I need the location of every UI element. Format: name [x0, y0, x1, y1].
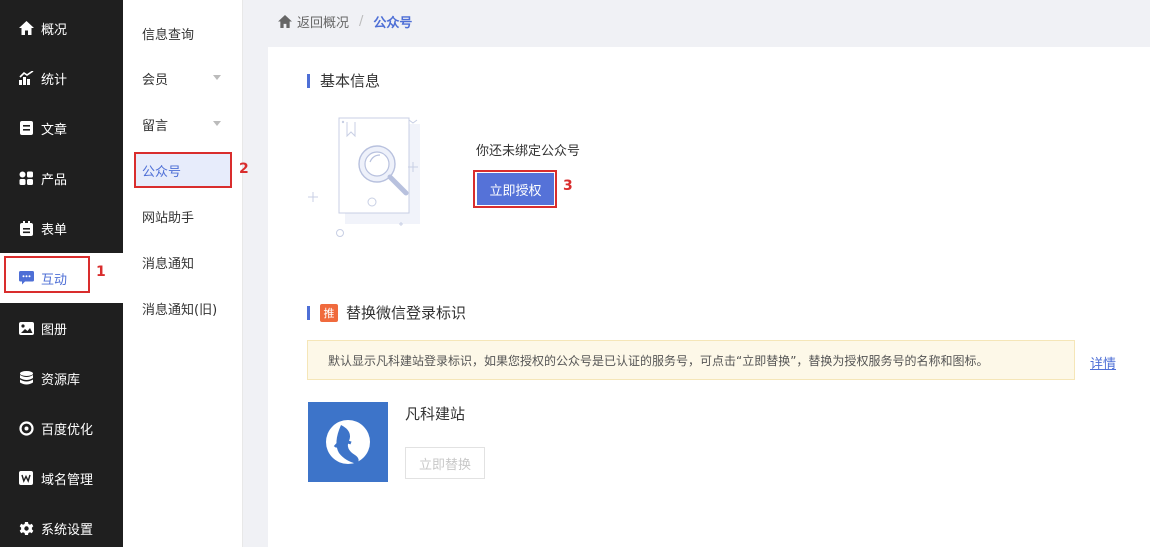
sidebar-item-label: 百度优化: [41, 422, 94, 438]
annotation-box-official-account: [134, 152, 232, 188]
gear-icon: [18, 520, 34, 536]
subnav-item-notifications-old[interactable]: 消息通知(旧): [123, 290, 243, 326]
sidebar-item-label: 图册: [41, 322, 68, 338]
database-icon: [18, 370, 34, 386]
article-icon: [18, 120, 34, 136]
sidebar-item-label: 资源库: [41, 372, 81, 388]
replace-notice-banner: 默认显示凡科建站登录标识，如果您授权的公众号是已认证的服务号，可点击“立即替换”…: [307, 340, 1075, 380]
sidebar-item-label: 概况: [41, 22, 68, 38]
home-icon[interactable]: [278, 15, 292, 28]
annotation-box-interaction: [4, 256, 90, 293]
home-icon: [18, 20, 34, 36]
sidebar-item-article[interactable]: 文章: [0, 103, 123, 153]
section-replace-login-logo: 推 替换微信登录标识: [307, 302, 466, 323]
sidebar-item-overview[interactable]: 概况: [0, 3, 123, 53]
details-link[interactable]: 详情: [1090, 353, 1116, 372]
breadcrumb-back-link[interactable]: 返回概况: [297, 12, 349, 31]
section-accent-bar: [307, 73, 310, 88]
subnav-item-notifications[interactable]: 消息通知: [123, 244, 243, 280]
breadcrumb: 返回概况 / 公众号: [278, 12, 412, 31]
stats-icon: [18, 70, 34, 86]
subnav-item-label: 网站助手: [142, 210, 195, 226]
annotation-number-2: 2: [239, 161, 249, 177]
section-title: 基本信息: [320, 72, 381, 90]
caret-down-icon: [213, 75, 221, 80]
breadcrumb-current: 公众号: [373, 16, 413, 31]
breadcrumb-separator: /: [359, 14, 364, 29]
sidebar-item-stats[interactable]: 统计: [0, 53, 123, 103]
seo-icon: [18, 420, 34, 436]
replace-now-button[interactable]: 立即替换: [405, 447, 485, 479]
subnav-item-info-query[interactable]: 信息查询: [123, 15, 243, 51]
brand-logo-icon: [326, 420, 370, 464]
form-icon: [18, 220, 34, 236]
annotation-number-3: 3: [563, 178, 573, 194]
sidebar-item-seo[interactable]: 百度优化: [0, 403, 123, 453]
annotation-number-1: 1: [96, 264, 106, 280]
notice-text: 默认显示凡科建站登录标识，如果您授权的公众号是已认证的服务号，可点击“立即替换”…: [328, 353, 989, 368]
sidebar-item-settings[interactable]: 系统设置: [0, 503, 123, 547]
sidebar-item-resources[interactable]: 资源库: [0, 353, 123, 403]
annotation-box-authorize: [473, 170, 557, 208]
sidebar-item-label: 统计: [41, 72, 68, 88]
section-title: 替换微信登录标识: [346, 304, 467, 322]
site-name: 凡科建站: [405, 405, 466, 423]
sidebar-item-label: 文章: [41, 122, 68, 138]
site-logo: [308, 402, 388, 482]
subnav-item-label: 会员: [142, 72, 169, 88]
sidebar-item-label: 表单: [41, 222, 68, 238]
section-basic-info: 基本信息: [307, 70, 380, 91]
subnav-item-label: 留言: [142, 118, 169, 134]
subnav-item-site-assistant[interactable]: 网站助手: [123, 198, 243, 234]
product-icon: [18, 170, 34, 186]
domain-icon: [18, 470, 34, 486]
sidebar-item-form[interactable]: 表单: [0, 203, 123, 253]
sidebar-item-product[interactable]: 产品: [0, 153, 123, 203]
caret-down-icon: [213, 121, 221, 126]
subnav-item-member[interactable]: 会员: [123, 60, 243, 96]
section-accent-bar: [307, 305, 310, 320]
sidebar-item-label: 系统设置: [41, 522, 94, 538]
sidebar-item-label: 域名管理: [41, 472, 94, 488]
album-icon: [18, 320, 34, 336]
subnav-item-label: 信息查询: [142, 27, 195, 43]
empty-state-illustration: [308, 117, 420, 237]
sidebar-item-domain[interactable]: 域名管理: [0, 453, 123, 503]
subnav-item-label: 消息通知(旧): [142, 302, 218, 318]
subnav-item-label: 消息通知: [142, 256, 195, 272]
sub-navigation: 信息查询 会员 留言 公众号 网站助手 消息通知 消息通知(旧): [123, 0, 243, 547]
sidebar-item-album[interactable]: 图册: [0, 303, 123, 353]
recommend-badge: 推: [320, 303, 338, 322]
unbound-message: 你还未绑定公众号: [476, 144, 581, 159]
subnav-item-messages[interactable]: 留言: [123, 106, 243, 142]
sidebar-item-label: 产品: [41, 172, 68, 188]
